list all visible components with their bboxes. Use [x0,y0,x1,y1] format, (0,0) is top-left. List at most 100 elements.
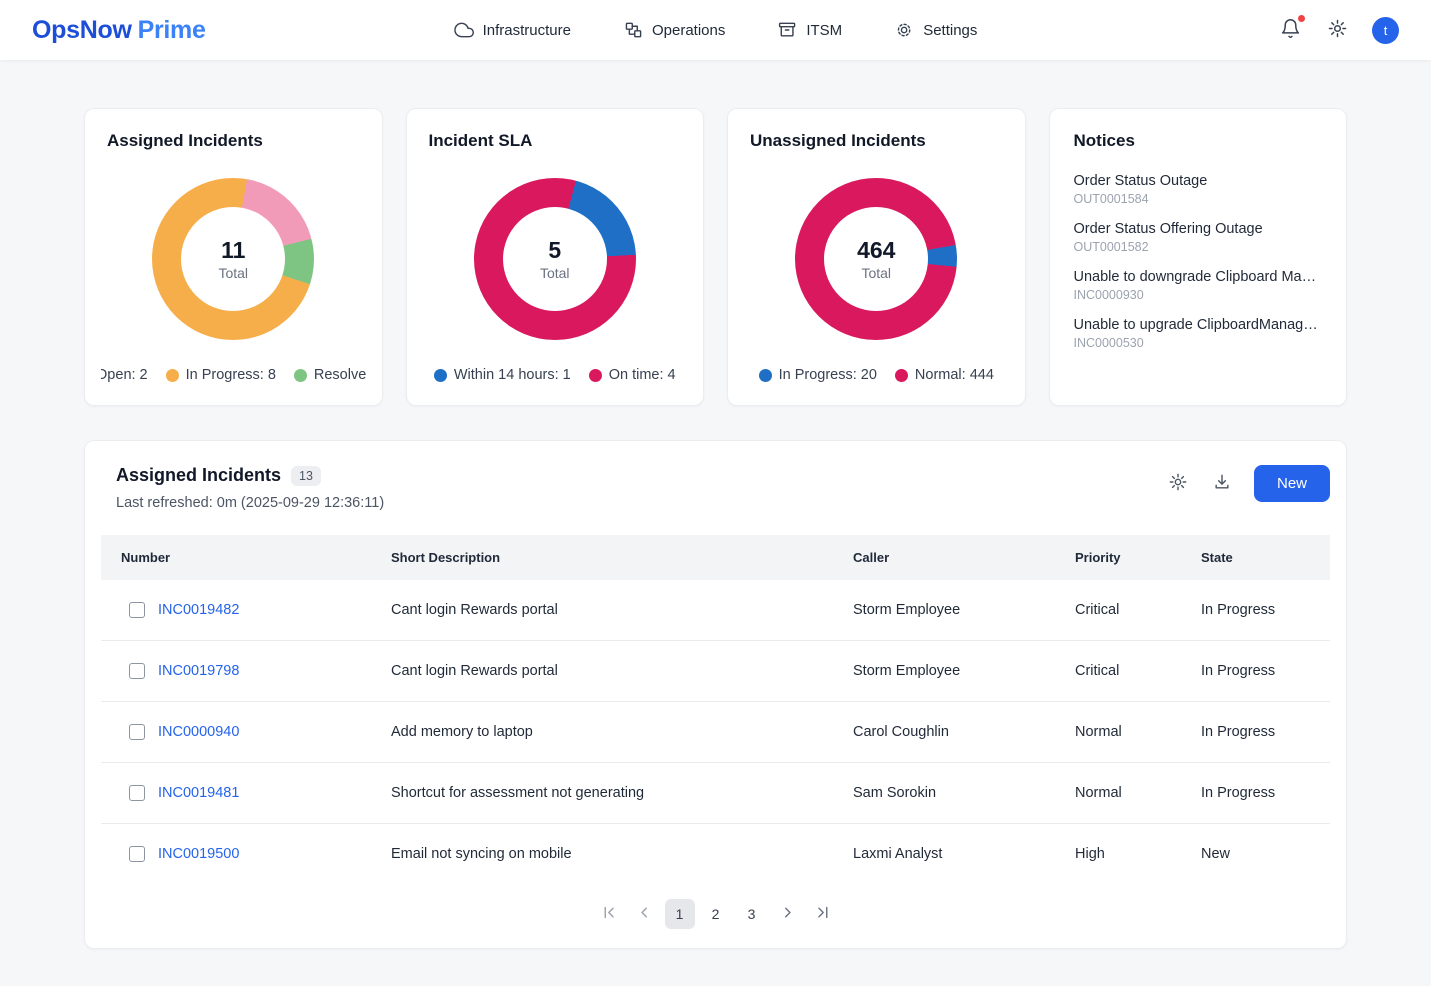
incident-number-link[interactable]: INC0000940 [158,724,239,740]
card-title: Incident SLA [423,131,688,151]
donut-total-value: 5 [548,237,561,264]
assigned-incidents-table-card: Assigned Incidents 13 Last refreshed: 0m… [84,440,1347,949]
nav-label: Infrastructure [483,22,571,39]
cell-short-description: Shortcut for assessment not generating [371,763,833,824]
donut-chart-wrap: 464 Total [744,151,1009,367]
legend-dot [294,369,307,382]
notice-item[interactable]: Order Status Offering Outage OUT0001582 [1074,221,1323,254]
row-checkbox[interactable] [129,724,145,740]
page-button-2[interactable]: 2 [701,899,731,929]
incidents-table: Number Short Description Caller Priority… [101,535,1330,884]
cell-caller: Carol Coughlin [833,702,1055,763]
nav-item-settings[interactable]: Settings [894,20,977,40]
last-page-icon [814,904,831,924]
nav-item-infrastructure[interactable]: Infrastructure [454,20,571,40]
column-header-caller[interactable]: Caller [833,535,1055,580]
row-checkbox[interactable] [129,663,145,679]
cell-state: New [1181,824,1330,885]
navbar-actions: t [1278,16,1399,44]
incident-number-link[interactable]: INC0019798 [158,663,239,679]
cloud-icon [454,20,474,40]
donut-total-value: 11 [221,237,245,264]
donut-total-label: Total [540,265,570,281]
new-incident-button[interactable]: New [1254,465,1330,502]
card-assigned-incidents: Assigned Incidents 11 Total Open: 2 In P… [84,108,383,406]
dashboard-main: Assigned Incidents 11 Total Open: 2 In P… [0,60,1431,949]
column-header-short-description[interactable]: Short Description [371,535,833,580]
nav-item-operations[interactable]: Operations [623,20,725,40]
download-button[interactable] [1210,470,1234,497]
row-checkbox[interactable] [129,785,145,801]
avatar-letter: t [1384,23,1388,38]
notice-id: INC0000530 [1074,336,1323,350]
card-notices: Notices Order Status Outage OUT0001584 O… [1049,108,1348,406]
chart-legend: Open: 2 In Progress: 8 Resolved: 1 [101,367,366,385]
notice-title: Order Status Outage [1074,173,1323,189]
cell-caller: Laxmi Analyst [833,824,1055,885]
table-settings-button[interactable] [1166,470,1190,497]
user-avatar[interactable]: t [1372,17,1399,44]
notice-title: Unable to downgrade Clipboard Mana... [1074,269,1323,285]
notice-item[interactable]: Unable to downgrade Clipboard Mana... IN… [1074,269,1323,302]
nav-label: Operations [652,22,725,39]
cell-caller: Storm Employee [833,641,1055,702]
legend-item: In Progress: 20 [759,367,877,383]
incident-count-badge: 13 [291,466,321,486]
prev-page-button[interactable] [630,898,659,930]
legend-dot [166,369,179,382]
notice-id: OUT0001582 [1074,240,1323,254]
pagination: 1 2 3 [101,898,1330,930]
notice-title: Unable to upgrade ClipboardManager ... [1074,317,1323,333]
cell-short-description: Add memory to laptop [371,702,833,763]
next-page-button[interactable] [773,898,802,930]
brand-secondary: Prime [138,16,206,44]
page-button-3[interactable]: 3 [737,899,767,929]
cell-short-description: Cant login Rewards portal [371,641,833,702]
card-unassigned-incidents: Unassigned Incidents 464 Total In Progre… [727,108,1026,406]
first-page-icon [601,904,618,924]
table-card-actions: New [1166,465,1330,502]
column-header-number[interactable]: Number [101,535,371,580]
cell-state: In Progress [1181,641,1330,702]
legend-dot [434,369,447,382]
last-page-button[interactable] [808,898,837,930]
notifications-button[interactable] [1278,16,1303,44]
table-row: INC0000940 Add memory to laptop Carol Co… [101,702,1330,763]
settings-icon [894,20,914,40]
nav-label: Settings [923,22,977,39]
column-header-state[interactable]: State [1181,535,1330,580]
cell-caller: Storm Employee [833,580,1055,641]
last-refreshed-text: Last refreshed: 0m (2025-09-29 12:36:11) [116,495,384,511]
cell-caller: Sam Sorokin [833,763,1055,824]
notice-id: OUT0001584 [1074,192,1323,206]
card-title: Assigned Incidents [101,131,366,151]
legend-item: On time: 4 [589,367,676,383]
assigned-incidents-donut: 11 Total [152,178,314,340]
legend-item: Open: 2 [101,367,148,383]
card-incident-sla: Incident SLA 5 Total Within 14 hours: 1 … [406,108,705,406]
cell-priority: Normal [1055,702,1181,763]
row-checkbox[interactable] [129,602,145,618]
table-card-header-left: Assigned Incidents 13 Last refreshed: 0m… [116,465,384,511]
brand-logo[interactable]: OpsNowPrime [32,16,206,45]
table-row: INC0019482 Cant login Rewards portal Sto… [101,580,1330,641]
page-button-1[interactable]: 1 [665,899,695,929]
cell-priority: High [1055,824,1181,885]
first-page-button[interactable] [595,898,624,930]
column-header-priority[interactable]: Priority [1055,535,1181,580]
notice-item[interactable]: Unable to upgrade ClipboardManager ... I… [1074,317,1323,350]
chevron-right-icon [779,904,796,924]
legend-item: In Progress: 8 [166,367,276,383]
incident-number-link[interactable]: INC0019482 [158,602,239,618]
donut-total-value: 464 [857,237,895,264]
download-icon [1212,472,1232,495]
row-checkbox[interactable] [129,846,145,862]
nav-item-itsm[interactable]: ITSM [777,20,842,40]
table-row: INC0019481 Shortcut for assessment not g… [101,763,1330,824]
legend-item: Within 14 hours: 1 [434,367,571,383]
summary-cards-row: Assigned Incidents 11 Total Open: 2 In P… [84,108,1347,406]
incident-number-link[interactable]: INC0019500 [158,846,239,862]
incident-number-link[interactable]: INC0019481 [158,785,239,801]
notice-item[interactable]: Order Status Outage OUT0001584 [1074,173,1323,206]
settings-gear-button[interactable] [1325,16,1350,44]
